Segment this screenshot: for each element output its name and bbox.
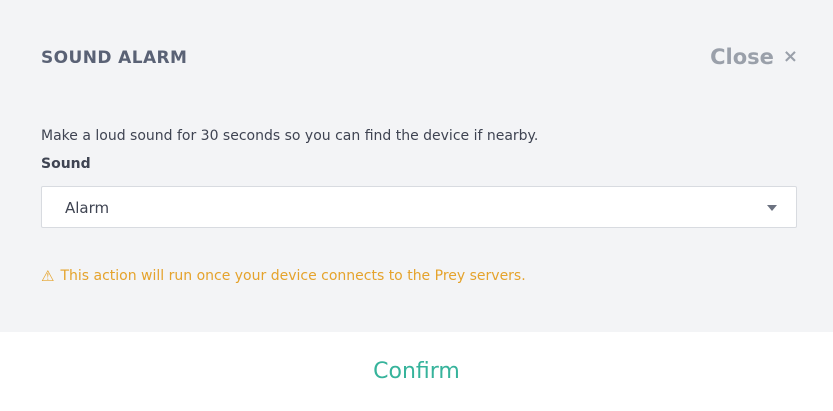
dialog-body: SOUND ALARM Close × Make a loud sound fo… (0, 0, 833, 332)
warning-icon: ⚠ (41, 266, 55, 285)
warning-message: ⚠ This action will run once your device … (41, 268, 526, 284)
dialog-footer: Confirm (0, 332, 833, 411)
sound-field-label: Sound (41, 156, 91, 172)
close-icon: × (782, 46, 798, 67)
close-button[interactable]: Close × (710, 45, 798, 69)
sound-select[interactable]: Alarm (41, 186, 797, 228)
close-label: Close (710, 45, 774, 69)
sound-select-value: Alarm (65, 199, 110, 217)
dialog-title: SOUND ALARM (41, 48, 188, 68)
chevron-down-icon (767, 205, 777, 211)
action-description: Make a loud sound for 30 seconds so you … (41, 128, 539, 144)
warning-text: This action will run once your device co… (60, 268, 526, 284)
sound-alarm-dialog: SOUND ALARM Close × Make a loud sound fo… (0, 0, 833, 411)
confirm-button[interactable]: Confirm (0, 332, 833, 411)
